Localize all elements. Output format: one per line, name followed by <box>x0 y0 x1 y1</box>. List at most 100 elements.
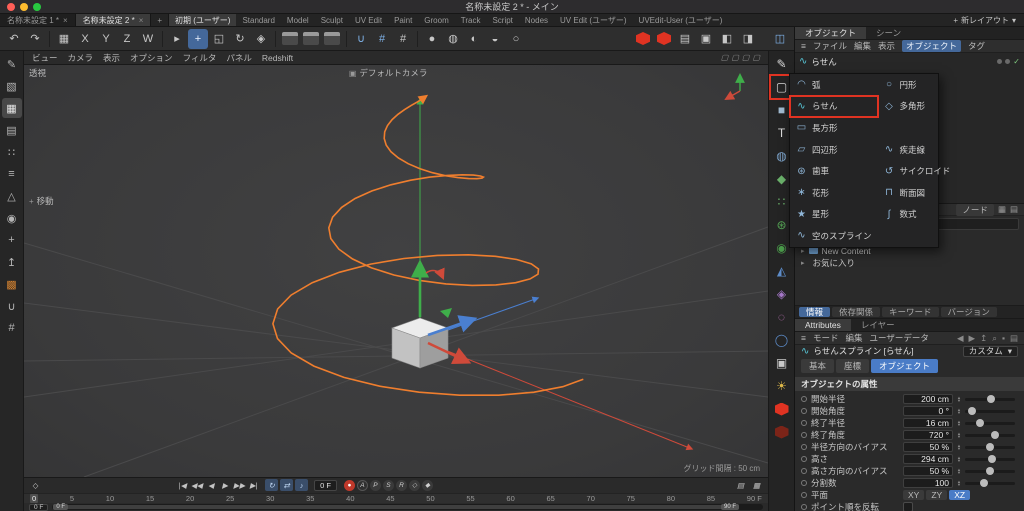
close-window-button[interactable] <box>7 3 15 11</box>
frame-tick[interactable]: 90 F <box>747 494 762 503</box>
keyframe-dot-icon[interactable] <box>801 456 807 462</box>
toolbar-button[interactable]: ▣ <box>696 29 716 49</box>
palette-button[interactable]: ◌ <box>772 307 792 327</box>
slider-knob[interactable] <box>988 455 996 463</box>
viewport-3d-canvas[interactable]: 透視 ▣ デフォルトカメラ + 移動 グリッド間隔 : 50 cm <box>24 65 768 477</box>
close-tab-icon[interactable]: × <box>139 16 144 25</box>
palette-button[interactable]: ◭ <box>772 261 792 281</box>
keyframe-dot-icon[interactable] <box>801 420 807 426</box>
tool-rail-button[interactable]: ✎ <box>2 54 22 74</box>
transport-button[interactable]: ◀ <box>205 479 218 491</box>
reverse-checkbox[interactable] <box>903 502 913 511</box>
keyframe-dot-icon[interactable] <box>801 504 807 510</box>
attribute-menu-icon[interactable]: ▤ <box>1010 333 1018 344</box>
parameter-value-field[interactable]: 294 cm <box>903 454 953 464</box>
layout-tab[interactable]: Model <box>281 14 315 26</box>
frame-tick[interactable]: 70 <box>587 494 595 503</box>
visibility-editor-dot[interactable] <box>997 59 1002 64</box>
parameter-value-field[interactable]: 50 % <box>903 466 953 476</box>
tool-rail-button[interactable]: ▩ <box>2 274 22 294</box>
layout-tab[interactable]: UV Edit (ユーザー) <box>554 14 633 26</box>
spinner-icon[interactable]: ▲▼ <box>957 444 961 450</box>
frame-tick[interactable]: 25 <box>226 494 234 503</box>
current-frame-field[interactable]: 0 F <box>314 480 337 491</box>
attribute-menu-icon[interactable]: ⌕ <box>992 333 997 344</box>
frame-tick[interactable]: 65 <box>546 494 554 503</box>
burger-icon[interactable]: ≡ <box>801 333 806 343</box>
range-bar[interactable] <box>53 505 735 509</box>
parameter-slider[interactable] <box>965 458 1015 461</box>
info-tab[interactable]: キーワード <box>882 307 939 317</box>
spinner-icon[interactable]: ▲▼ <box>957 480 961 486</box>
frame-ruler[interactable]: 051015202530354045505560657075808590 F <box>24 493 768 504</box>
slider-knob[interactable] <box>976 419 984 427</box>
palette-button[interactable]: ▣ <box>772 353 792 373</box>
chevron-right-icon[interactable]: ▸ <box>801 259 805 267</box>
keyframe-dot-icon[interactable] <box>801 396 807 402</box>
popup-menu-item[interactable]: ★ 星形 <box>790 204 878 226</box>
popup-menu-item[interactable]: ↺ サイクロイド <box>878 160 957 182</box>
menu-userdata[interactable]: ユーザーデータ <box>870 332 929 344</box>
range-end-handle[interactable]: 90 F <box>721 504 739 510</box>
keyframe-dot-icon[interactable] <box>801 468 807 474</box>
menu-edit[interactable]: 編集 <box>845 332 862 344</box>
palette-button[interactable] <box>772 422 792 442</box>
tool-rail-button[interactable]: ∷ <box>2 142 22 162</box>
toolbar-button[interactable]: ◍ <box>443 29 463 49</box>
palette-button[interactable]: ◈ <box>772 284 792 304</box>
tool-rail-button[interactable]: △ <box>2 186 22 206</box>
object-name[interactable]: らせん <box>811 56 836 68</box>
slider-knob[interactable] <box>986 467 994 475</box>
popup-menu-item[interactable]: ◇ 多角形 <box>878 96 957 118</box>
tool-rail-button[interactable]: + <box>2 230 22 250</box>
toolbar-button[interactable]: ● <box>422 29 442 49</box>
attribute-group-header[interactable]: オブジェクトの属性 <box>795 377 1024 391</box>
zoom-window-button[interactable] <box>33 3 41 11</box>
object-row[interactable]: ∿ らせん ✓ <box>799 55 1020 68</box>
tool-rail-button[interactable]: ◉ <box>2 208 22 228</box>
plane-option-button[interactable]: XZ <box>949 490 970 500</box>
layout-tab[interactable]: Sculpt <box>315 14 349 26</box>
popup-menu-item[interactable] <box>878 117 957 139</box>
toolbar-button[interactable]: ▤ <box>675 29 695 49</box>
frame-tick[interactable]: 80 <box>667 494 675 503</box>
layout-tab[interactable]: UVEdit-User (ユーザー) <box>633 14 729 26</box>
popup-menu-item[interactable] <box>878 225 957 247</box>
viewport-menu-display[interactable]: 表示 <box>103 52 120 64</box>
popup-menu-item[interactable]: ▭ 長方形 <box>790 117 878 139</box>
record-toggle[interactable]: ◇ <box>409 480 420 491</box>
range-track[interactable]: 0 F 90 F <box>52 504 763 510</box>
toolbar-button[interactable] <box>417 31 418 47</box>
frame-tick[interactable]: 15 <box>146 494 154 503</box>
layout-tab[interactable]: 初期 (ユーザー) <box>169 14 236 26</box>
toolbar-button[interactable] <box>162 31 163 47</box>
spinner-icon[interactable]: ▲▼ <box>957 432 961 438</box>
keyframe-dot-icon[interactable] <box>801 480 807 486</box>
toolbar-button[interactable]: ◐ <box>464 29 484 49</box>
range-start-handle[interactable]: 0 F <box>53 504 68 510</box>
spinner-icon[interactable]: ▲▼ <box>957 420 961 426</box>
section-tab[interactable]: 座標 <box>836 359 869 373</box>
toolbar-button[interactable]: ◈ <box>251 29 271 49</box>
parameter-slider[interactable] <box>965 482 1015 485</box>
cube-object[interactable] <box>392 318 448 368</box>
range-current-field[interactable]: 0 F <box>29 504 48 511</box>
frame-tick[interactable]: 40 <box>346 494 354 503</box>
camera-label[interactable]: ▣ デフォルトカメラ <box>349 67 428 79</box>
playback-toggle[interactable]: ⇄ <box>280 479 293 491</box>
record-toggle[interactable]: A <box>357 480 368 491</box>
tool-rail-button[interactable]: ▧ <box>2 76 22 96</box>
toolbar-button[interactable]: W <box>138 29 158 49</box>
toolbar-button[interactable]: ↶ <box>4 29 24 49</box>
frame-tick[interactable]: 45 <box>386 494 394 503</box>
frame-tick[interactable]: 85 <box>707 494 715 503</box>
spinner-icon[interactable]: ▲▼ <box>957 468 961 474</box>
toolbar-button[interactable] <box>49 31 50 47</box>
tool-rail-button[interactable]: ≡ <box>2 164 22 184</box>
palette-button[interactable]: ✎ <box>772 54 792 74</box>
menu-tag[interactable]: タグ <box>968 40 985 52</box>
keyframe-dot-icon[interactable] <box>801 492 807 498</box>
popup-menu-item[interactable]: ∫ 数式 <box>878 204 957 226</box>
slider-knob[interactable] <box>986 443 994 451</box>
transport-button[interactable]: ◀◀ <box>190 479 204 491</box>
